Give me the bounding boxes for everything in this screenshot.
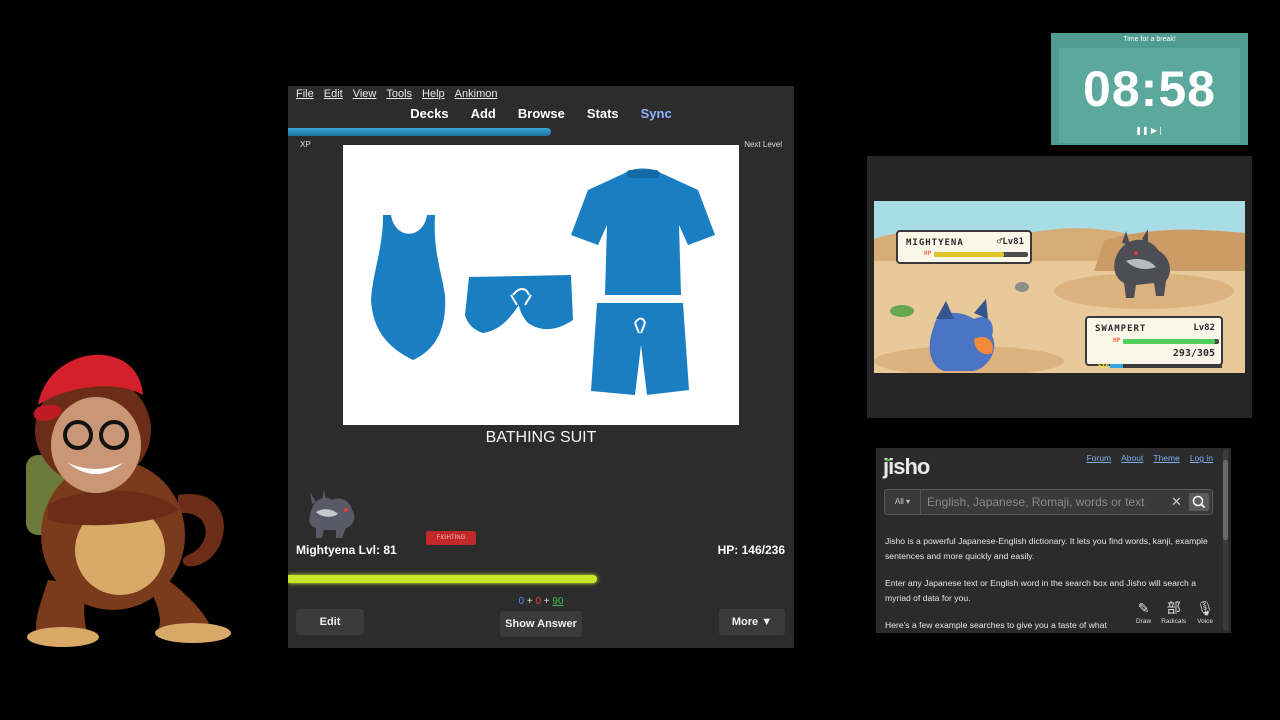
flashcard-image: [343, 145, 739, 425]
mightyena-sprite: [302, 486, 362, 542]
player-hp-bar: [1123, 339, 1219, 344]
enemy-level: ♂Lv81: [996, 237, 1024, 247]
search-scope-select[interactable]: All ▾: [885, 490, 921, 514]
nav-forum[interactable]: Forum: [1087, 453, 1112, 463]
menu-tools[interactable]: Tools: [386, 88, 412, 102]
draw-label: Draw: [1136, 618, 1152, 625]
next-level-label: Next Level: [744, 140, 782, 149]
player-status-box: SWAMPERT Lv82 HP 293/305: [1085, 316, 1223, 366]
exp-bar: [1110, 364, 1222, 368]
enemy-hp-fill: [934, 252, 1004, 257]
player-hp-numbers: 293/305: [1172, 348, 1215, 359]
logo-accent: ▪▪: [885, 455, 890, 465]
pokemon-type-badge: FIGHTING: [426, 531, 476, 545]
toolbar-add[interactable]: Add: [471, 106, 496, 126]
anki-menubar: File Edit View Tools Help Ankimon: [288, 86, 794, 104]
anki-window: File Edit View Tools Help Ankimon Decks …: [288, 86, 794, 648]
enemy-status-box: MIGHTYENA ♂Lv81 HP: [896, 230, 1032, 264]
menu-file[interactable]: File: [296, 88, 314, 102]
logo-text: jisho: [883, 454, 930, 479]
pokemon-hp-bar: [288, 575, 794, 583]
swimwear-illustration: [371, 168, 715, 395]
pencil-icon: ✎: [1137, 600, 1150, 616]
radicals-label: Radicals: [1161, 618, 1187, 625]
jisho-logo[interactable]: ▪▪ jisho: [883, 454, 930, 480]
xp-progress-bar: [288, 128, 794, 136]
draw-tool[interactable]: ✎ Draw: [1136, 598, 1151, 632]
show-answer-button[interactable]: Show Answer: [500, 611, 582, 637]
xp-progress-fill: [288, 128, 552, 136]
nav-login[interactable]: Log in: [1190, 453, 1213, 463]
review-counts: 0 + 0 + 90: [288, 596, 794, 607]
count-learning: 0: [535, 596, 541, 607]
timer-face: 08:58 ❚❚ ▶❘: [1059, 48, 1240, 143]
enemy-hp-tag: HP: [924, 250, 932, 257]
menu-ankimon[interactable]: Ankimon: [455, 88, 498, 102]
clear-icon[interactable]: ✕: [1171, 494, 1182, 510]
player-hp-tag: HP: [1113, 337, 1121, 344]
edit-button[interactable]: Edit: [296, 609, 364, 635]
menu-view[interactable]: View: [353, 88, 377, 102]
count-review: 90: [552, 596, 564, 607]
voice-label: Voice: [1197, 618, 1214, 625]
toolbar-browse[interactable]: Browse: [518, 106, 565, 126]
radicals-tool[interactable]: 部 Radicals: [1161, 598, 1186, 632]
pokemon-hp-text: HP: 146/236: [717, 543, 785, 557]
enemy-name: MIGHTYENA: [906, 238, 964, 248]
jisho-panel: ▪▪jisho Forum About Theme Log in All ▾ ✕…: [876, 448, 1231, 633]
count-separator: +: [543, 596, 550, 607]
swimsuit-shape: [371, 215, 446, 360]
voice-tool[interactable]: 🎙 Voice: [1196, 598, 1214, 632]
search-button[interactable]: [1189, 493, 1209, 511]
rashguard-shape: [571, 168, 715, 295]
jisho-nav: Forum About Theme Log in: [1087, 453, 1213, 463]
trunks-shape: [465, 275, 573, 333]
jisho-search-bar: All ▾ ✕: [884, 489, 1213, 515]
card-word: BATHING SUIT: [485, 429, 597, 446]
timer-controls[interactable]: ❚❚ ▶❘: [1059, 126, 1240, 135]
player-hp-fill: [1123, 339, 1216, 344]
xp-label: XP: [300, 140, 311, 149]
scrollbar[interactable]: [1223, 450, 1228, 630]
webcam-avatar: [8, 335, 238, 655]
exp-fill: [1110, 364, 1124, 368]
exp-label: EXP: [1098, 363, 1109, 370]
player-level: Lv82: [1193, 323, 1215, 333]
search-icon: [1192, 495, 1206, 509]
count-separator: +: [526, 596, 533, 607]
monkey-avatar-illustration: [26, 354, 231, 647]
search-input[interactable]: [923, 491, 1163, 513]
scrollbar-thumb[interactable]: [1223, 460, 1228, 540]
menu-help[interactable]: Help: [422, 88, 445, 102]
intro-paragraph: Jisho is a powerful Japanese-English dic…: [885, 536, 1208, 561]
player-name: SWAMPERT: [1095, 324, 1147, 334]
timer-title: Time for a break!: [1123, 36, 1176, 43]
microphone-icon: 🎙: [1196, 600, 1214, 616]
toolbar-decks[interactable]: Decks: [410, 106, 448, 126]
pokemon-name-level: Mightyena Lvl: 81: [296, 543, 397, 557]
battle-screen: MIGHTYENA ♂Lv81 HP SWAMPERT Lv82 HP 293/…: [874, 201, 1245, 373]
more-button[interactable]: More ▼: [719, 609, 785, 635]
enemy-hp-bar: [934, 252, 1028, 257]
input-tools: ✎ Draw 部 Radicals 🎙 Voice: [1131, 598, 1219, 632]
menu-edit[interactable]: Edit: [324, 88, 343, 102]
timer-digits: 08:58: [1083, 61, 1216, 117]
pokemon-hp-fill: [288, 575, 597, 583]
battle-panel: MIGHTYENA ♂Lv81 HP SWAMPERT Lv82 HP 293/…: [867, 156, 1252, 418]
radical-icon: 部: [1166, 600, 1181, 616]
count-new: 0: [518, 596, 525, 607]
break-timer: Time for a break! 08:58 ❚❚ ▶❘: [1051, 33, 1248, 145]
nav-about[interactable]: About: [1121, 453, 1143, 463]
toolbar-sync[interactable]: Sync: [641, 106, 672, 126]
anki-toolbar: Decks Add Browse Stats Sync: [288, 106, 794, 126]
toolbar-stats[interactable]: Stats: [587, 106, 619, 126]
boardshorts-shape: [591, 303, 689, 395]
nav-theme[interactable]: Theme: [1153, 453, 1179, 463]
